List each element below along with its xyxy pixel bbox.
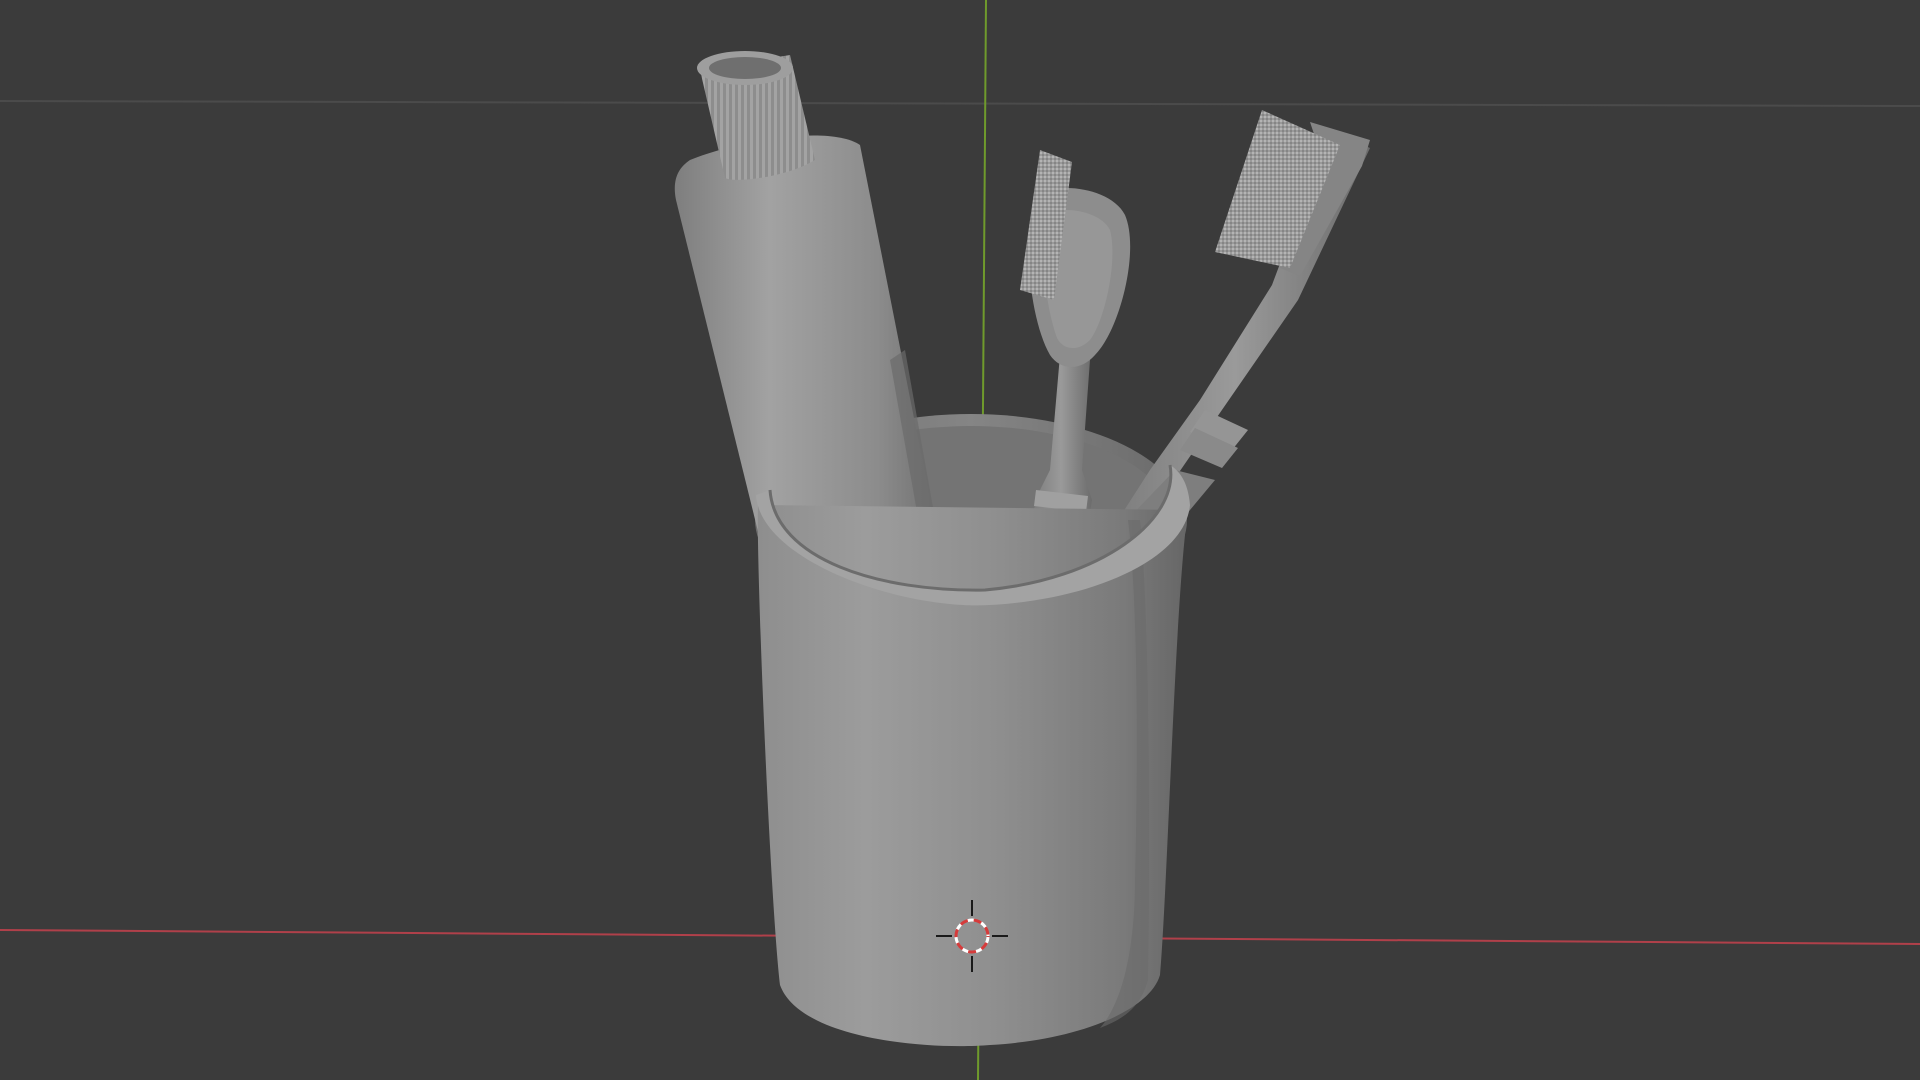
viewport-canvas[interactable] bbox=[0, 0, 1920, 1080]
3d-viewport[interactable] bbox=[0, 0, 1920, 1080]
toothbrush-right[interactable] bbox=[1100, 110, 1370, 570]
grid-floor bbox=[0, 100, 1920, 107]
